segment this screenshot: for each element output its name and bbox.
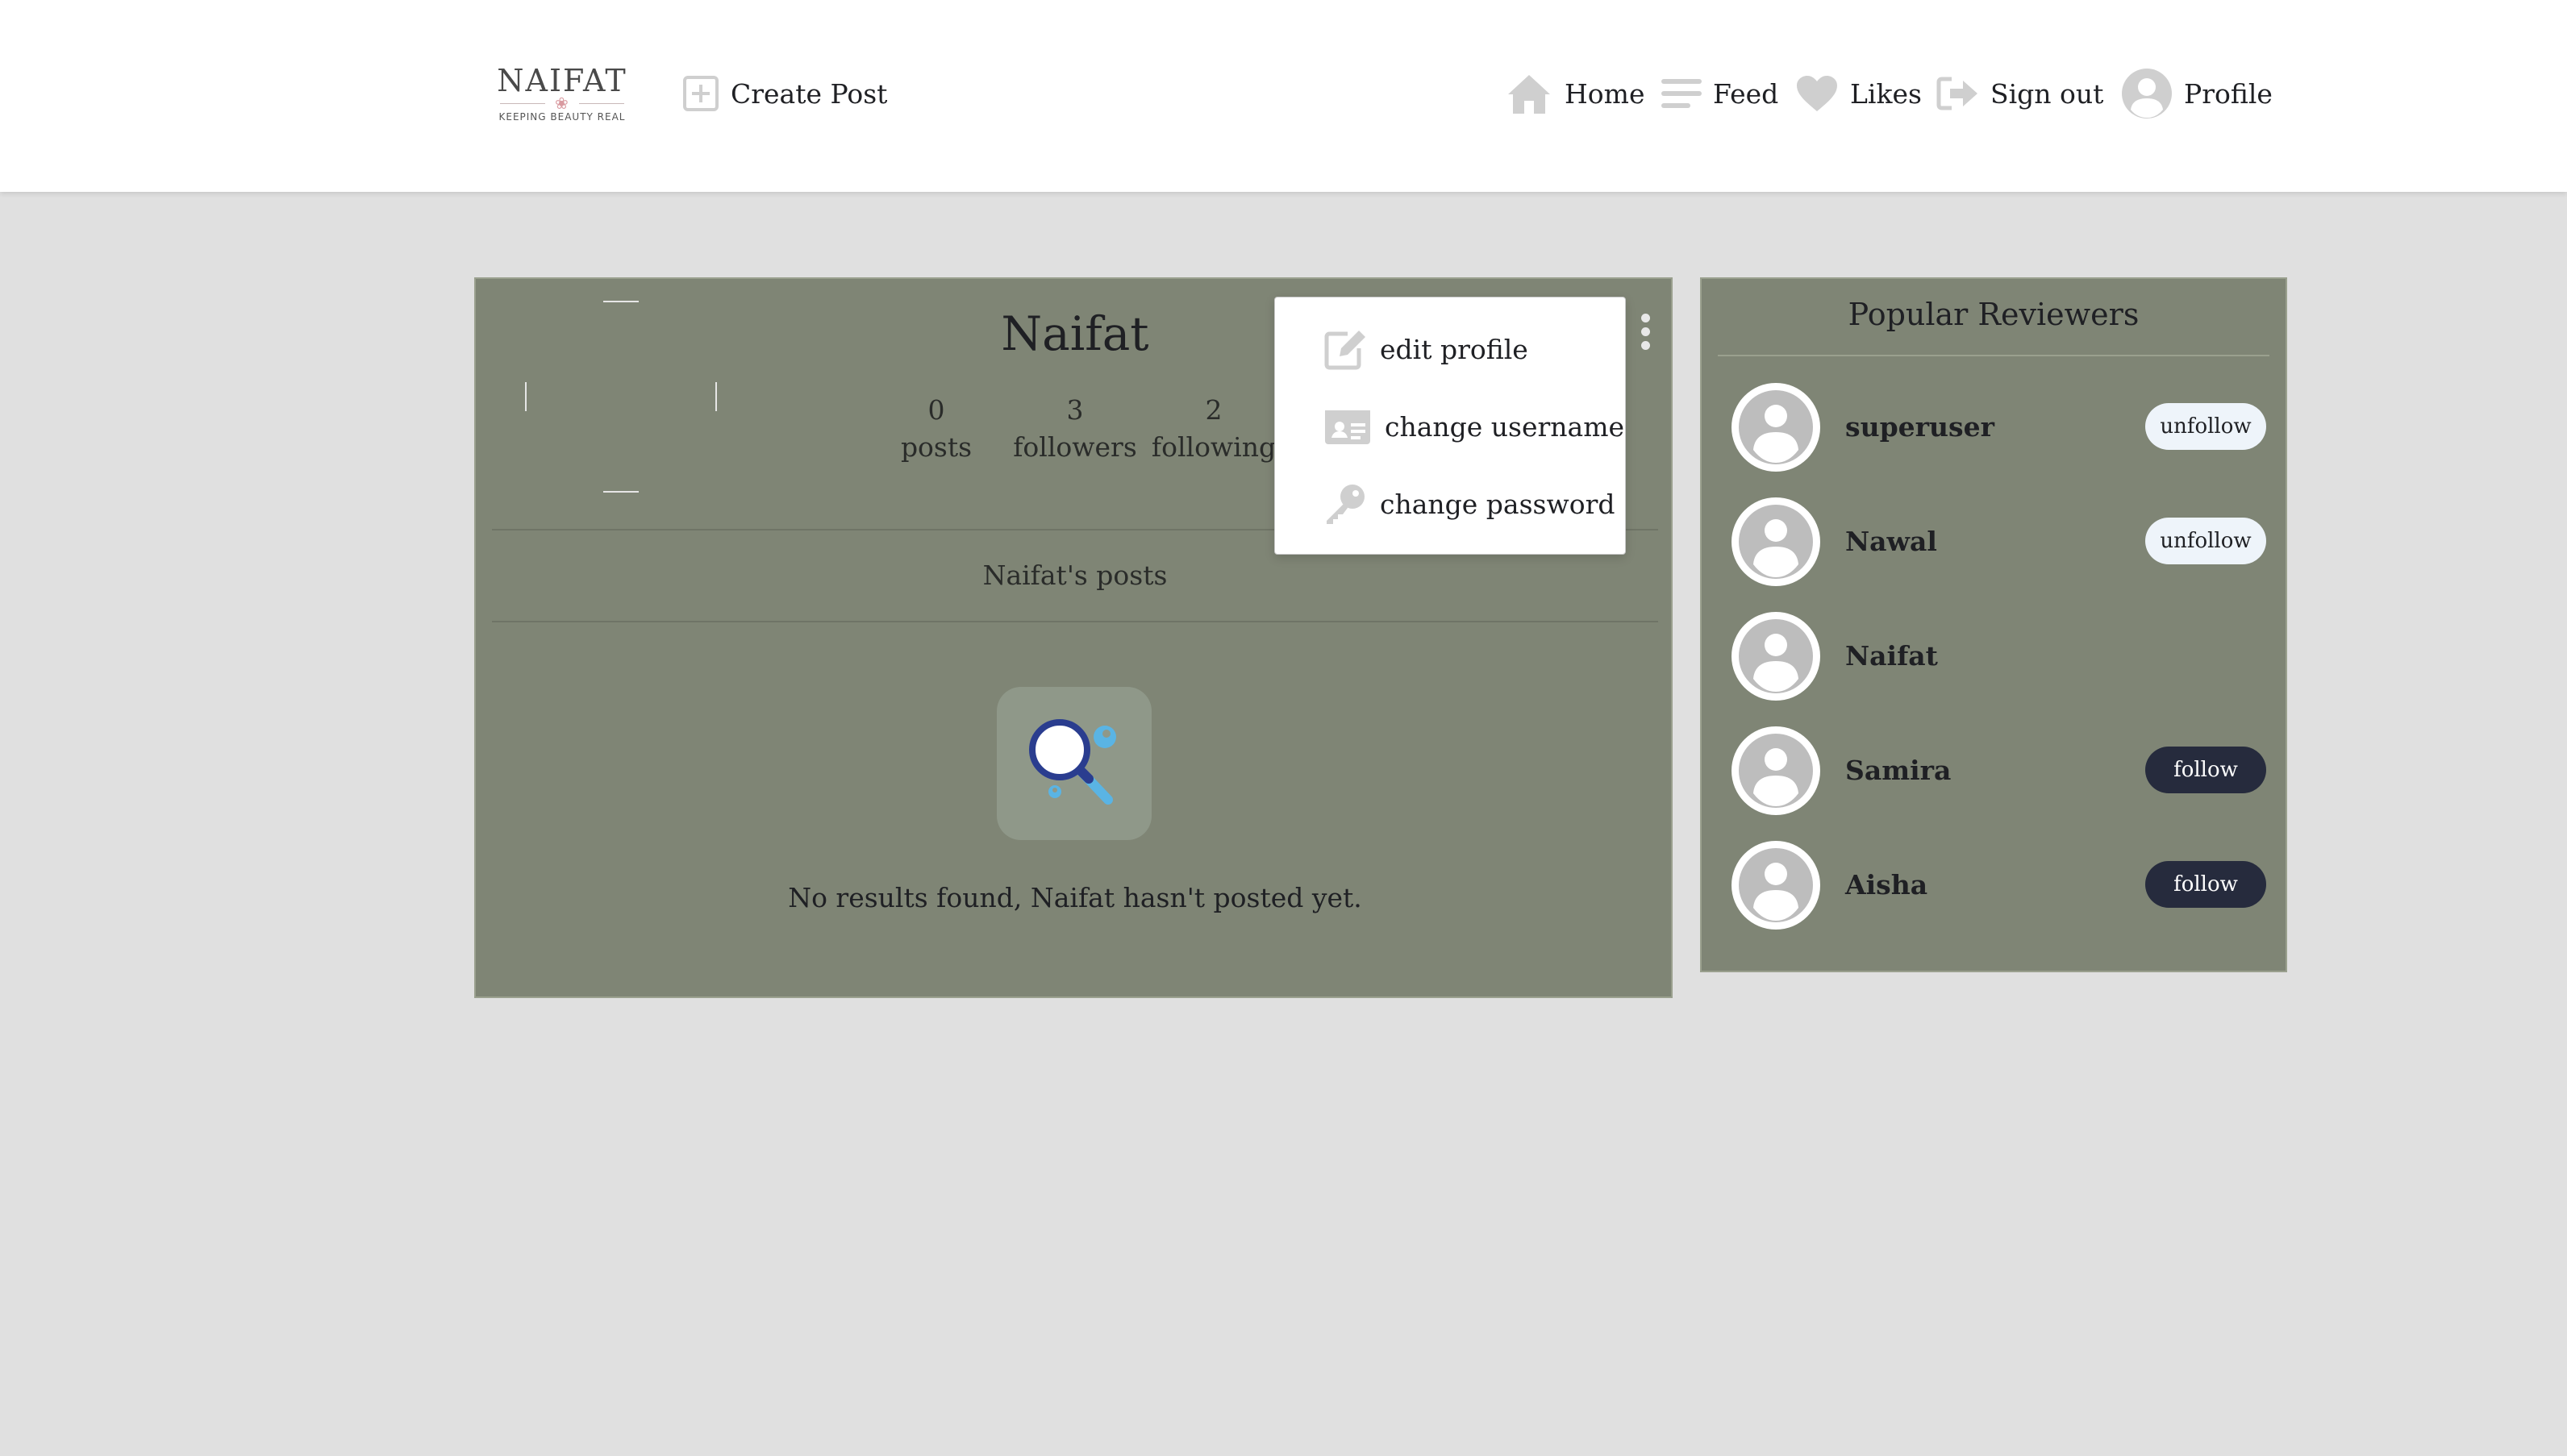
logo-divider-left [500, 103, 545, 104]
nav-sign-out[interactable]: Sign out [1936, 68, 2103, 119]
heart-icon [1797, 76, 1837, 111]
brand-logo[interactable]: NAIFAT ❀ KEEPING BEAUTY REAL [497, 63, 627, 127]
plus-square-icon [683, 76, 719, 111]
reviewer-name[interactable]: Samira [1845, 755, 1951, 786]
menu-change-password[interactable]: change password [1323, 480, 1615, 528]
user-avatar-icon[interactable] [1731, 497, 1821, 587]
reviewer-row: Samira follow [1702, 726, 2286, 816]
user-avatar-icon[interactable] [1731, 611, 1821, 701]
sign-out-icon [1936, 77, 1977, 110]
profile-divider-bottom [492, 621, 1658, 622]
nav-profile-label: Profile [2184, 77, 2273, 110]
reviewer-row: superuser unfollow [1702, 382, 2286, 472]
profile-options-menu: edit profile change username change pass… [1274, 297, 1626, 555]
brand-tagline: KEEPING BEAUTY REAL [498, 111, 626, 123]
top-navbar: NAIFAT ❀ KEEPING BEAUTY REAL Create Post… [0, 0, 2567, 192]
reviewer-name[interactable]: Nawal [1845, 526, 1937, 557]
stat-following-label: following [1151, 431, 1277, 463]
stat-following[interactable]: 2 following [1145, 392, 1282, 466]
stat-posts-label: posts [900, 431, 973, 463]
follow-button[interactable]: follow [2145, 861, 2266, 908]
user-avatar-icon[interactable] [1731, 726, 1821, 816]
popular-reviewers-card: Popular Reviewers superuser unfollow Naw… [1700, 277, 2287, 972]
popular-reviewers-title: Popular Reviewers [1848, 297, 2140, 332]
nav-likes-label: Likes [1850, 77, 1922, 110]
menu-change-username-label: change username [1385, 410, 1625, 443]
posts-heading: Naifat's posts [982, 560, 1168, 591]
nav-home[interactable]: Home [1505, 68, 1644, 119]
menu-edit-profile[interactable]: edit profile [1323, 325, 1528, 373]
follow-button[interactable]: follow [2145, 747, 2266, 793]
menu-edit-profile-label: edit profile [1380, 333, 1528, 365]
user-avatar-icon [2122, 69, 2172, 119]
flower-icon: ❀ [555, 94, 569, 113]
stat-posts: 0 posts [868, 392, 1005, 466]
nav-home-label: Home [1565, 77, 1645, 110]
nav-create-post[interactable]: Create Post [682, 68, 887, 119]
popular-reviewers-divider [1718, 355, 2269, 356]
empty-search-illustration [997, 687, 1152, 840]
menu-change-username[interactable]: change username [1323, 402, 1624, 451]
logo-divider-right [579, 103, 624, 104]
stat-following-value: 2 [1205, 394, 1223, 426]
nav-feed-label: Feed [1713, 77, 1779, 110]
stat-posts-value: 0 [927, 394, 945, 426]
key-icon [1327, 485, 1365, 524]
reviewer-name[interactable]: Aisha [1845, 869, 1927, 901]
reviewer-row: Aisha follow [1702, 840, 2286, 930]
empty-state-message: No results found, Naifat hasn't posted y… [788, 882, 1362, 913]
user-avatar-icon[interactable] [1731, 382, 1821, 472]
edit-icon [1324, 331, 1365, 370]
menu-lines-icon [1661, 79, 1702, 108]
unfollow-button[interactable]: unfollow [2145, 403, 2266, 450]
reviewer-name[interactable]: Naifat [1845, 640, 1938, 672]
reviewer-name[interactable]: superuser [1845, 411, 1994, 443]
nav-feed[interactable]: Feed [1661, 68, 1778, 119]
menu-change-password-label: change password [1380, 488, 1615, 520]
nav-likes[interactable]: Likes [1795, 68, 1922, 119]
id-card-icon [1325, 410, 1370, 444]
nav-profile[interactable]: Profile [2121, 68, 2273, 119]
home-icon [1508, 75, 1550, 114]
unfollow-button[interactable]: unfollow [2145, 518, 2266, 564]
nav-create-post-label: Create Post [731, 77, 888, 110]
stat-followers-label: followers [1013, 431, 1137, 463]
reviewer-row: Nawal unfollow [1702, 497, 2286, 587]
reviewer-row: Naifat [1702, 611, 2286, 701]
more-options-icon[interactable] [1637, 311, 1653, 360]
user-avatar-icon[interactable] [1731, 840, 1821, 930]
magnifier-search-icon [1029, 719, 1116, 805]
nav-sign-out-label: Sign out [1990, 77, 2104, 110]
stat-followers-value: 3 [1066, 394, 1084, 426]
stat-followers[interactable]: 3 followers [1006, 392, 1144, 466]
